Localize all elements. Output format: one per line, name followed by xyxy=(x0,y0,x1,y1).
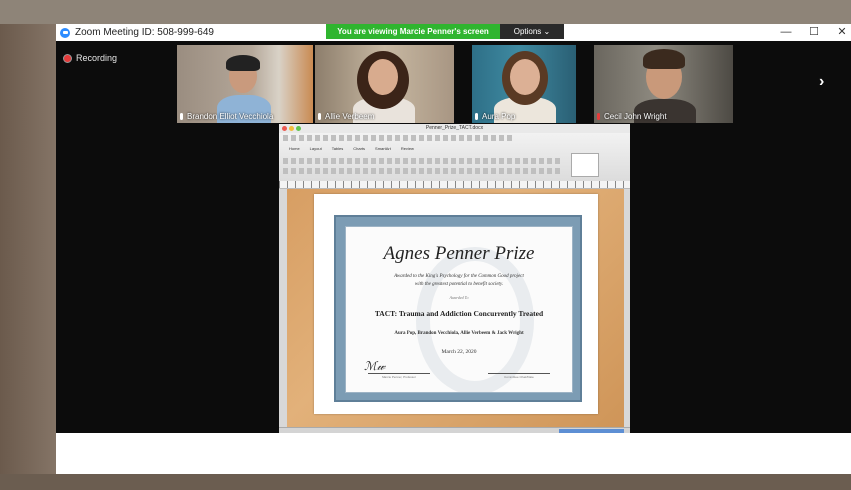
record-icon xyxy=(63,53,72,63)
ruler xyxy=(279,181,630,189)
recording-indicator: Recording xyxy=(63,53,117,63)
ribbon-tab[interactable]: Home xyxy=(289,146,300,151)
signature-left-label: Marcie Penner, Professor xyxy=(382,375,416,379)
next-page-chevron-icon[interactable]: › xyxy=(819,73,824,91)
certificate-project: TACT: Trauma and Addiction Concurrently … xyxy=(374,309,544,318)
background-top xyxy=(0,0,851,24)
bottom-panel xyxy=(56,433,851,474)
minimize-dot-icon xyxy=(289,126,294,131)
ribbon-tab[interactable]: SmartArt xyxy=(375,146,391,151)
participant-name: Allie Verbeem xyxy=(325,112,375,121)
participant-name: Cecil John Wright xyxy=(604,112,667,121)
recording-label: Recording xyxy=(76,53,118,63)
document-page: Agnes Penner Prize Awarded to the King's… xyxy=(314,194,598,414)
minimize-button[interactable]: — xyxy=(778,25,794,39)
participant-name: Brandon Elliot Vecchiola xyxy=(187,112,274,121)
document-title-bar: Penner_Prize_TACT.docx xyxy=(279,124,630,133)
microphone-muted-icon xyxy=(597,113,600,120)
signature-mark: ℳ𝓌 xyxy=(364,359,386,373)
ribbon-tab[interactable]: Review xyxy=(401,146,414,151)
participant-tile[interactable]: Brandon Elliot Vecchiola xyxy=(177,45,313,123)
microphone-icon xyxy=(180,113,183,120)
word-ribbon: Home Layout Tables Charts SmartArt Revie… xyxy=(279,133,630,181)
watermark-seal xyxy=(416,247,534,392)
certificate: Agnes Penner Prize Awarded to the King's… xyxy=(345,226,573,393)
certificate-subtitle: with the greatest potential to benefit s… xyxy=(414,282,504,287)
options-label: Options xyxy=(513,27,542,36)
close-dot-icon xyxy=(282,126,287,131)
ribbon-tab[interactable]: Tables xyxy=(332,146,344,151)
certificate-subtitle: Awarded to the King's Psychology for the… xyxy=(394,274,524,279)
document-file-name: Penner_Prize_TACT.docx xyxy=(425,125,484,131)
window-title: Zoom Meeting ID: 508-999-649 xyxy=(75,27,214,38)
participant-name: Aura Pop xyxy=(482,112,516,121)
background-bottom xyxy=(0,474,851,490)
microphone-icon xyxy=(318,113,321,120)
participant-tile[interactable]: Aura Pop xyxy=(472,45,576,123)
signature-right-label: Committee Chair/Date xyxy=(504,375,534,379)
certificate-title: Agnes Penner Prize xyxy=(383,243,535,264)
certificate-frame: Agnes Penner Prize Awarded to the King's… xyxy=(334,215,582,402)
shared-screen[interactable]: Penner_Prize_TACT.docx Home Layout Table… xyxy=(279,124,630,435)
ribbon-tab[interactable]: Layout xyxy=(310,146,322,151)
certificate-names: Aura Pop, Brandon Vecchiola, Allie Verbe… xyxy=(394,331,524,336)
zoom-logo-icon xyxy=(60,27,70,38)
chevron-down-icon: ⌄ xyxy=(543,27,551,36)
zoom-meeting-window: Zoom Meeting ID: 508-999-649 You are vie… xyxy=(56,24,851,474)
microphone-icon xyxy=(475,113,478,120)
certificate-date: March 22, 2020 xyxy=(441,349,477,355)
participant-tile[interactable]: Allie Verbeem xyxy=(315,45,454,123)
participant-tile[interactable]: Cecil John Wright xyxy=(594,45,733,123)
certificate-awarded-to: Awarded To xyxy=(449,295,469,300)
ribbon-tabs: Home Layout Tables Charts SmartArt Revie… xyxy=(289,146,414,151)
zoom-dot-icon xyxy=(296,126,301,131)
ribbon-tab[interactable]: Charts xyxy=(353,146,365,151)
options-button[interactable]: Options ⌄ xyxy=(500,24,564,39)
viewing-screen-banner: You are viewing Marcie Penner's screen xyxy=(326,24,500,39)
close-button[interactable]: ✕ xyxy=(834,25,850,39)
maximize-button[interactable]: ☐ xyxy=(806,25,822,39)
styles-gallery[interactable] xyxy=(571,153,599,177)
